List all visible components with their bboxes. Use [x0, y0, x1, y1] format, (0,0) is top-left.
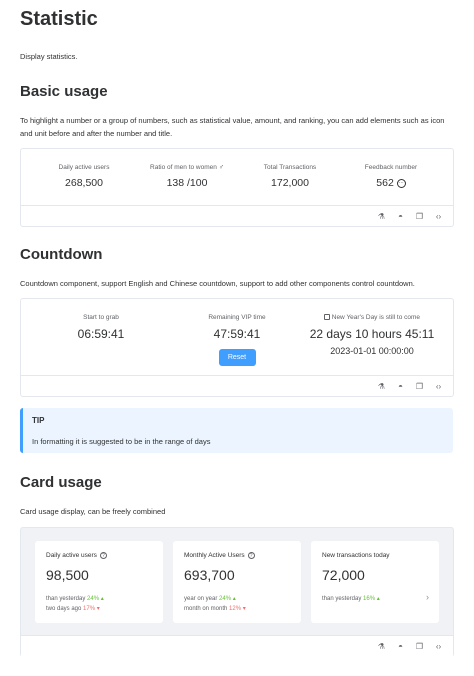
demo-toolbar: ⚗ ◓ ❐ ‹›	[21, 375, 453, 397]
caret-up-icon: ▴	[232, 596, 236, 602]
countdown-description: Countdown component, support English and…	[20, 279, 415, 288]
card-daily-active-users: Daily active users ? 98,500 than yesterd…	[35, 541, 163, 623]
countdown-title-row: New Year's Day is still to come	[304, 314, 440, 321]
trend-percent: 12%	[229, 606, 242, 612]
tip-box: TIP In formatting it is suggested to be …	[20, 408, 453, 453]
stat-title-row: Ratio of men to women ♂	[142, 164, 232, 171]
caret-down-icon: ▾	[242, 606, 246, 612]
card-title: New transactions today	[322, 552, 390, 559]
card-value: 72,000	[322, 567, 365, 583]
stat-ratio: Ratio of men to women ♂ 138 /100	[142, 164, 232, 189]
card-new-transactions: New transactions today 72,000 than yeste…	[311, 541, 439, 623]
stat-title: Daily active users	[58, 164, 110, 171]
countdown-target-date: 2023-01-01 00:00:00	[330, 346, 414, 356]
card-value: 98,500	[46, 567, 89, 583]
trend-label: year on year	[184, 596, 218, 602]
stat-title: Ratio of men to women	[150, 164, 217, 171]
basic-usage-demo: Daily active users 268,500 Ratio of men …	[20, 148, 454, 227]
stat-feedback-number: Feedback number 562 ···	[346, 164, 436, 189]
card-usage-heading: Card usage	[20, 474, 102, 491]
trend-label: month on month	[184, 606, 228, 612]
chevron-right-icon[interactable]: ›	[426, 592, 429, 602]
trend-label: than yesterday	[46, 596, 86, 602]
trend-percent: 17%	[83, 606, 96, 612]
card-title: Daily active users	[46, 552, 97, 559]
stat-total-transactions: Total Transactions 172,000	[245, 164, 335, 189]
trend-percent: 24%	[87, 596, 100, 602]
caret-up-icon: ▴	[376, 596, 380, 602]
card-title-row: Daily active users ?	[46, 552, 107, 559]
caret-down-icon: ▾	[96, 606, 100, 612]
tip-content: In formatting it is suggested to be in t…	[32, 437, 211, 446]
reset-button[interactable]: Reset	[218, 349, 256, 366]
copy-icon[interactable]: ❐	[415, 641, 424, 652]
stat-daily-active-users: Daily active users 268,500	[39, 164, 129, 189]
trend-label: than yesterday	[322, 596, 362, 602]
github-icon[interactable]: ◓	[396, 211, 405, 222]
card-title-row: Monthly Active Users ?	[184, 552, 255, 559]
basic-usage-description: To highlight a number or a group of numb…	[20, 116, 445, 138]
countdown-value: 22 days 10 hours 45:11	[309, 327, 435, 341]
question-icon[interactable]: ?	[99, 552, 107, 559]
playground-icon[interactable]: ⚗	[377, 381, 386, 392]
basic-usage-heading: Basic usage	[20, 83, 108, 100]
stat-value: 562	[376, 177, 394, 189]
stat-value: 268,500	[65, 177, 103, 189]
trend-label: two days ago	[46, 606, 82, 612]
card-trend-line: than yesterday 16% ▴	[322, 595, 380, 602]
github-icon[interactable]: ◓	[396, 381, 405, 392]
male-icon: ♂	[218, 164, 224, 171]
tip-title: TIP	[32, 416, 45, 425]
code-icon[interactable]: ‹›	[434, 381, 443, 392]
card-trend-line: month on month 12% ▾	[184, 605, 246, 612]
code-icon[interactable]: ‹›	[434, 641, 443, 652]
countdown-heading: Countdown	[20, 246, 103, 263]
code-icon[interactable]: ‹›	[434, 211, 443, 222]
card-monthly-active-users: Monthly Active Users ? 693,700 year on y…	[173, 541, 301, 623]
countdown-start-to-grab: Start to grab 06:59:41	[51, 314, 151, 341]
stat-value: 138 /100	[166, 177, 208, 189]
countdown-new-year: New Year's Day is still to come 22 days …	[304, 314, 440, 356]
card-trend-line: than yesterday 24% ▴	[46, 595, 104, 602]
copy-icon[interactable]: ❐	[415, 381, 424, 392]
card-trend-line: two days ago 17% ▾	[46, 605, 100, 612]
card-value: 693,700	[184, 567, 235, 583]
countdown-vip-time: Remaining VIP time 47:59:41 Reset	[187, 314, 287, 366]
countdown-value: 47:59:41	[213, 327, 261, 341]
stat-value-row: 562 ···	[346, 177, 436, 189]
question-icon[interactable]: ?	[247, 552, 255, 559]
countdown-title: Start to grab	[83, 314, 119, 321]
caret-up-icon: ▴	[100, 596, 104, 602]
playground-icon[interactable]: ⚗	[377, 211, 386, 222]
chat-icon: ···	[396, 178, 406, 188]
card-usage-description: Card usage display, can be freely combin…	[20, 507, 166, 516]
github-icon[interactable]: ◓	[396, 641, 405, 652]
stat-title: Feedback number	[364, 164, 418, 171]
demo-toolbar: ⚗ ◓ ❐ ‹›	[21, 205, 453, 227]
card-trend-line: year on year 24% ▴	[184, 595, 236, 602]
stat-title: Total Transactions	[263, 164, 317, 171]
playground-icon[interactable]: ⚗	[377, 641, 386, 652]
copy-icon[interactable]: ❐	[415, 211, 424, 222]
trend-percent: 16%	[363, 596, 376, 602]
page-description: Display statistics.	[20, 52, 78, 61]
trend-percent: 24%	[219, 596, 232, 602]
card-usage-demo: Daily active users ? 98,500 than yesterd…	[20, 527, 454, 657]
countdown-title: Remaining VIP time	[208, 314, 266, 321]
page-title: Statistic	[20, 8, 98, 30]
demo-toolbar: ⚗ ◓ ❐ ‹›	[21, 635, 453, 657]
card-title: Monthly Active Users	[184, 552, 245, 559]
calendar-icon	[323, 314, 330, 321]
countdown-value: 06:59:41	[77, 327, 125, 341]
stat-value: 172,000	[271, 177, 309, 189]
countdown-title: New Year's Day is still to come	[331, 314, 421, 321]
countdown-demo: Start to grab 06:59:41 Remaining VIP tim…	[20, 298, 454, 397]
